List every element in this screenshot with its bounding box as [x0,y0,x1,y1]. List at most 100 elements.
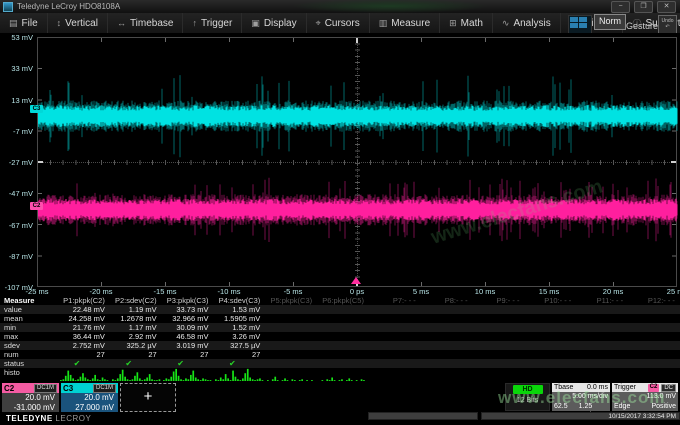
measure-cell [369,323,421,332]
x-axis-label: 15 ms [539,287,559,296]
measure-col-header-p7[interactable]: P7:- - - [369,296,421,305]
measure-cell: 27 [58,350,110,359]
measure-col-header-p8[interactable]: P8:- - - [421,296,473,305]
measure-cell [576,332,628,341]
menu-item-timebase[interactable]: ↔ Timebase [108,13,184,33]
measure-cell: 27 [110,350,162,359]
menu-item-label: File [22,18,38,29]
status-check [524,359,576,368]
brand-logo: TELEDYNE LECROY [6,414,91,423]
close-button[interactable]: ✕ [657,1,676,13]
measure-col-header-p5[interactable]: P5:pkpk(C3) [265,296,317,305]
trigger-time-marker[interactable] [351,277,361,284]
measure-cell [473,314,525,323]
y-axis-label: 53 mV [0,33,33,42]
measure-col-header-p6[interactable]: P6:pkpk(C5) [317,296,369,305]
measure-row-label: mean [0,314,58,323]
measure-cell [317,314,369,323]
menu-bar: ▤File↕Vertical ↔ Timebase ↑Trigger▣Display⌖… [0,13,680,34]
status-check [421,359,473,368]
measure-col-header-p2[interactable]: P2:sdev(C2) [110,296,162,305]
measure-cell [524,350,576,359]
x-axis-label: -25 ms [26,287,49,296]
measure-cell: 46.58 mV [162,332,214,341]
menu-item-trigger[interactable]: ↑Trigger [183,13,242,33]
channel-zero-marker-c2[interactable]: C2 [30,202,43,210]
channel-descriptor-c3[interactable]: C3DC1M20.0 mV27.000 mV [61,383,118,412]
bottom-bar: TELEDYNE LECROY 10/15/2017 3:32:54 PM [0,412,680,425]
measure-cell [265,314,317,323]
graticule [37,37,677,287]
measure-cell [576,350,628,359]
measure-cell [473,305,525,314]
status-check [473,359,525,368]
menu-item-math[interactable]: ⊞Math [440,13,493,33]
minimize-button[interactable]: − [611,1,630,13]
timestamp: 10/15/2017 3:32:54 PM [481,412,680,420]
measure-cell [265,323,317,332]
menu-item-analysis[interactable]: ∿Analysis [493,13,561,33]
measure-cell [369,305,421,314]
norm-button[interactable]: Norm [594,14,626,30]
measure-cell: 21.76 mV [58,323,110,332]
undo-button[interactable]: Undo↶ [658,15,677,35]
measure-cell [628,350,680,359]
menu-item-label: Measure [391,18,430,29]
measure-cell [265,350,317,359]
maximize-button[interactable]: ❐ [634,1,653,13]
measure-col-header-p4[interactable]: P4:sdev(C3) [213,296,265,305]
y-axis-label: -67 mV [0,221,33,230]
measure-row-label: histo [0,368,58,382]
status-check: ✔ [213,359,265,368]
menu-item-display[interactable]: ▣Display [242,13,306,33]
histo-chart-p11 [576,368,628,382]
measure-col-header-p9[interactable]: P9:- - - [473,296,525,305]
measure-row-label: num [0,350,58,359]
add-channel-button[interactable]: + [120,383,176,412]
measure-cell: 3.26 mV [213,332,265,341]
horizontal-arrows-icon: ↔ [117,18,126,28]
channel-offset: -31.000 mV [2,403,59,413]
measure-cell [576,341,628,350]
measure-cell: 32.966 mV [162,314,214,323]
measure-cell [317,305,369,314]
measure-cell [369,341,421,350]
measure-col-header-p12[interactable]: P12:- - - [628,296,680,305]
measure-table: MeasureP1:pkpk(C2)P2:sdev(C2)P3:pkpk(C3)… [0,296,680,382]
channel-id-label: C2 [4,384,14,393]
menu-item-file[interactable]: ▤File [0,13,48,33]
volts-per-div: 20.0 mV [2,393,59,403]
measure-cell: 1.53 mV [213,305,265,314]
measure-col-header-p10[interactable]: P10:- - - [524,296,576,305]
measure-col-header-p11[interactable]: P11:- - - [576,296,628,305]
gesture-label[interactable]: Gesture [626,21,658,31]
menu-item-label: Timebase [130,18,174,29]
channel-descriptor-c2[interactable]: C2DC1M20.0 mV-31.000 mV [2,383,59,412]
measure-col-header-p1[interactable]: P1:pkpk(C2) [58,296,110,305]
measure-cell: 2.752 mV [58,341,110,350]
measure-cell: 1.17 mV [110,323,162,332]
menu-item-measure[interactable]: ▥Measure [370,13,440,33]
status-check: ✔ [162,359,214,368]
menu-item-label: Cursors [325,18,360,29]
measure-cell: 30.09 mV [162,323,214,332]
measure-cell [628,332,680,341]
menu-item-cursors[interactable]: ⌖Cursors [307,13,370,33]
x-axis-label: 20 ms [603,287,623,296]
menu-item-vertical[interactable]: ↕Vertical [48,13,108,33]
y-axis-label: 13 mV [0,96,33,105]
measure-cell: 27 [213,350,265,359]
measure-cell [317,341,369,350]
measure-cell [576,314,628,323]
histo-chart-p9 [473,368,525,382]
status-check [265,359,317,368]
status-check [317,359,369,368]
channel-zero-marker-c3[interactable]: C3 [30,105,43,113]
menu-right-cluster: Norm Gesture Undo↶ [578,13,678,33]
grid-layout-button[interactable] [568,15,592,34]
measure-cell [265,332,317,341]
watermark-bottom: www.elecfans.com [498,388,665,408]
display-icon: ▣ [251,18,260,29]
measure-cell: 24.258 mV [58,314,110,323]
measure-col-header-p3[interactable]: P3:pkpk(C3) [162,296,214,305]
